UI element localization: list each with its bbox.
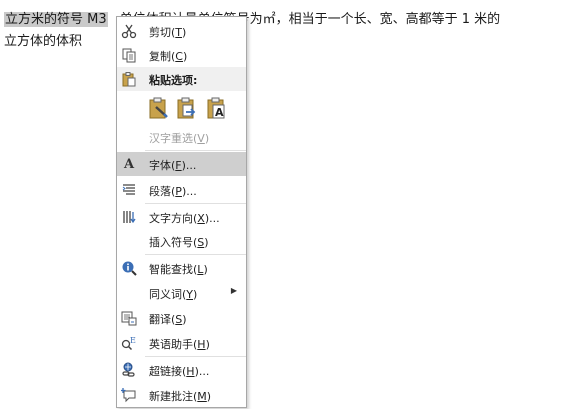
menu-item-hyperlink[interactable]: 超链接(H)... bbox=[117, 358, 246, 382]
menu-item-english-assistant[interactable]: E 英语助手(H) bbox=[117, 331, 246, 355]
menu-separator bbox=[145, 150, 246, 151]
svg-text:E: E bbox=[130, 336, 136, 345]
menu-item-translate[interactable]: 翻译(S) bbox=[117, 306, 246, 330]
menu-item-insert-symbol[interactable]: 插入符号(S) bbox=[117, 229, 246, 253]
menu-item-synonyms[interactable]: 同义词(Y) ▶ bbox=[117, 281, 246, 305]
document-body[interactable]: 立方米的符号 M3 单位体积计量单位符号为㎡，相当于一个长、宽、高都等于 1 米的… bbox=[0, 0, 563, 409]
menu-item-copy[interactable]: 复制(C) bbox=[117, 43, 246, 67]
paste-options-row: A bbox=[117, 92, 246, 124]
menu-separator bbox=[145, 203, 246, 204]
submenu-arrow-icon: ▶ bbox=[230, 286, 237, 295]
text-direction-icon bbox=[121, 209, 137, 225]
menu-item-paragraph[interactable]: 段落(P)... bbox=[117, 178, 246, 202]
clipboard-icon bbox=[121, 71, 137, 90]
menu-item-new-comment[interactable]: 新建批注(M) bbox=[117, 383, 246, 407]
comment-icon bbox=[121, 387, 137, 403]
paste-text-only-icon[interactable]: A bbox=[205, 96, 229, 120]
paste-merge-formatting-icon[interactable] bbox=[175, 96, 199, 120]
menu-separator bbox=[145, 254, 246, 255]
menu-item-font[interactable]: A 字体(F)... bbox=[117, 152, 246, 176]
menu-item-smart-lookup[interactable]: 智能查找(L) bbox=[117, 256, 246, 280]
scissors-icon bbox=[121, 23, 137, 39]
menu-separator bbox=[145, 356, 246, 357]
english-assistant-icon: E bbox=[121, 335, 137, 351]
smart-lookup-icon bbox=[121, 260, 137, 276]
copy-icon bbox=[121, 47, 137, 63]
font-a-icon: A bbox=[123, 156, 135, 172]
menu-item-hanzi-reselect: 汉字重选(V) bbox=[149, 132, 210, 145]
paste-options-header: 粘贴选项: bbox=[117, 67, 246, 91]
svg-text:A: A bbox=[215, 106, 224, 119]
context-menu: 剪切(T) 复制(C) 粘贴选项: A 汉字重选(V) A 字体(F)... 段… bbox=[116, 16, 247, 408]
menu-item-cut[interactable]: 剪切(T) bbox=[117, 19, 246, 43]
menu-item-text-direction[interactable]: 文字方向(X)... bbox=[117, 205, 246, 229]
document-line-2: 立方体的体积 bbox=[4, 34, 83, 49]
paste-keep-formatting-icon[interactable] bbox=[147, 96, 171, 120]
document-line-1: 立方米的符号 M3 单位体积计量单位符号为㎡，相当于一个长、宽、高都等于 1 米的 bbox=[4, 12, 500, 28]
selected-text[interactable]: 立方米的符号 M3 bbox=[4, 12, 108, 27]
translate-icon bbox=[121, 310, 137, 326]
hyperlink-icon bbox=[121, 362, 137, 378]
paragraph-icon bbox=[121, 182, 137, 198]
